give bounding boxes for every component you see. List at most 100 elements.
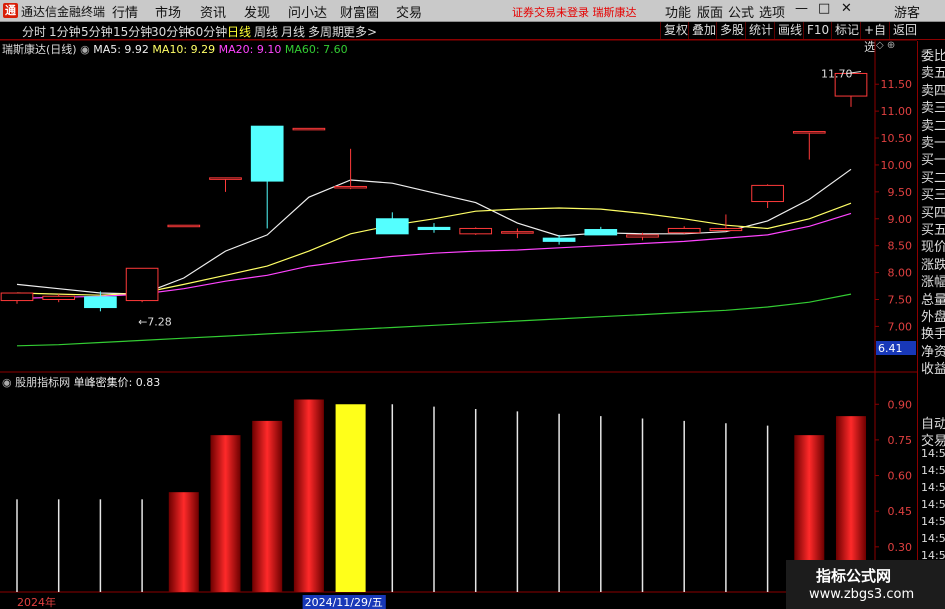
quote-side-panel: 委比 卖五 卖四 卖三 卖二 卖一 买一 买二 买三 买四 买五 现价 涨跌 涨幅 总量 外盘 换手 净资 收益 自动… xyxy=(917,41,945,609)
candle-body-3 xyxy=(125,267,159,302)
side-item-10: 买五 xyxy=(921,223,945,238)
menu-wealth-circle[interactable]: 财富圈 xyxy=(340,2,379,21)
tab-timeshare[interactable]: 分时 xyxy=(22,23,46,40)
x-label-0: 2024年 xyxy=(17,595,56,609)
sub-y-tick-label-1: 0.75 xyxy=(888,434,913,447)
side-item-8: 买三 xyxy=(921,188,945,204)
menu-options[interactable]: 选项 xyxy=(759,2,785,21)
app-logo-icon: 通 xyxy=(3,3,18,18)
draw-line-button[interactable]: 画线 xyxy=(774,22,803,39)
eye-icon[interactable]: ◉ xyxy=(80,43,90,56)
y-tick-label-2: 10.50 xyxy=(881,132,913,145)
side-item-7: 买二 xyxy=(921,170,945,186)
y-tick-label-6: 8.50 xyxy=(888,240,913,253)
chart-area[interactable]: 11.50 11.00 10.50 10.00 9.50 9.00 8.50 8.00 7.50… xyxy=(0,40,917,609)
login-notice[interactable]: 证券交易未登录 瑞斯康达 xyxy=(512,4,637,20)
minimize-button[interactable]: — xyxy=(795,1,808,16)
candle-body-13 xyxy=(542,237,576,242)
adjust-button[interactable]: 复权 xyxy=(660,22,688,39)
app-title: 通达信金融终端 xyxy=(21,5,106,19)
candle-body-12 xyxy=(501,231,534,234)
close-button[interactable]: ✕ xyxy=(841,1,852,16)
overlay-button[interactable]: 叠加 xyxy=(688,22,716,39)
watermark-title: 指标公式网 xyxy=(816,567,892,585)
side-item-16: 换手 xyxy=(921,327,945,343)
maximize-button[interactable]: □ xyxy=(818,1,830,16)
tab-30min[interactable]: 30分钟 xyxy=(151,23,190,40)
candle-body-16 xyxy=(667,227,701,234)
tab-1min[interactable]: 1分钟 xyxy=(49,23,81,40)
side-bottom-item-5: 14:56 xyxy=(921,498,945,511)
tab-more[interactable]: 更多> xyxy=(343,23,377,40)
side-item-0: 委比 xyxy=(921,49,945,64)
back-button[interactable]: 返回 xyxy=(889,22,917,39)
sub-bar-5 xyxy=(210,435,241,592)
sub-bar-6 xyxy=(252,420,283,592)
tab-5min[interactable]: 5分钟 xyxy=(81,23,113,40)
tab-weekly[interactable]: 周线 xyxy=(254,23,278,40)
user-guest[interactable]: 游客 xyxy=(894,2,920,21)
y-tick-label-5: 9.00 xyxy=(888,213,913,226)
side-bottom-item-4: 14:56 xyxy=(921,481,945,494)
zoom-controls-icon[interactable]: ◇ ⊕ xyxy=(876,40,895,51)
menu-trade[interactable]: 交易 xyxy=(396,2,422,21)
sub-chart-header: ◉ 股朋指标网 单峰密集价: 0.83 xyxy=(2,374,160,390)
add-watchlist-button[interactable]: +自选 xyxy=(860,22,889,54)
ma20-label: MA20: 9.10 xyxy=(218,43,282,56)
ma60-label: MA60: 7.60 xyxy=(284,43,348,56)
multi-stock-button[interactable]: 多股 xyxy=(716,22,745,39)
y-tick-label-1: 11.00 xyxy=(881,105,913,118)
sub-bar-7 xyxy=(293,399,324,592)
mark-button[interactable]: 标记 xyxy=(831,22,860,39)
side-bottom-item-6: 14:56 xyxy=(921,515,945,528)
y-tick-label-3: 10.00 xyxy=(881,159,913,172)
menu-news[interactable]: 资讯 xyxy=(200,2,226,21)
side-item-15: 外盘 xyxy=(921,310,945,325)
candle-body-11 xyxy=(459,227,493,235)
side-item-12: 涨跌 xyxy=(921,257,945,273)
side-item-9: 买四 xyxy=(921,205,945,221)
watermark-url: www.zbgs3.com xyxy=(809,587,915,602)
candle-body-14 xyxy=(584,229,618,236)
tab-monthly[interactable]: 月线 xyxy=(281,23,305,40)
tab-daily[interactable]: 日线 xyxy=(227,23,251,40)
candle-body-5 xyxy=(209,177,242,180)
menu-markets[interactable]: 市场 xyxy=(155,2,181,21)
menu-layout[interactable]: 版面 xyxy=(697,2,723,21)
ma10-label: MA10: 9.29 xyxy=(152,43,216,56)
y-tick-label-9: 7.00 xyxy=(888,320,913,333)
tab-15min[interactable]: 15分钟 xyxy=(113,23,152,40)
menu-ask-assistant[interactable]: 问小达 xyxy=(288,2,327,21)
stock-title: 瑞斯康达(日线) xyxy=(2,43,77,56)
f10-button[interactable]: F10 xyxy=(803,22,831,39)
side-item-14: 总量 xyxy=(921,292,945,308)
sub-y-tick-label-4: 0.30 xyxy=(888,541,913,554)
side-item-13: 涨幅 xyxy=(921,275,945,291)
sub-bar-8 xyxy=(335,404,366,592)
title-bar: 通 通达信金融终端 行情 市场 资讯 发现 问小达 财富圈 交易 证券交易未登录… xyxy=(0,0,945,22)
tab-60min[interactable]: 60分钟 xyxy=(188,23,227,40)
side-item-17: 净资 xyxy=(921,344,945,360)
side-item-5: 卖一 xyxy=(921,136,945,151)
tab-multi-period[interactable]: 多周期 xyxy=(308,23,344,40)
candle-body-10 xyxy=(417,226,451,231)
y-tick-label-7: 8.00 xyxy=(888,267,913,280)
sub-y-tick-label-0: 0.90 xyxy=(888,398,913,411)
statistics-button[interactable]: 统计 xyxy=(745,22,774,39)
candle-body-4 xyxy=(167,224,201,228)
sub-y-tick-label-2: 0.60 xyxy=(888,470,913,483)
y-tick-label-0: 11.50 xyxy=(881,78,913,91)
menu-discover[interactable]: 发现 xyxy=(244,2,270,21)
eye-icon[interactable]: ◉ xyxy=(2,376,12,389)
menu-formula[interactable]: 公式 xyxy=(728,2,754,21)
menu-functions[interactable]: 功能 xyxy=(665,2,691,21)
side-item-6: 买一 xyxy=(921,153,945,169)
side-item-11: 现价 xyxy=(921,240,945,256)
menu-market[interactable]: 行情 xyxy=(112,2,138,21)
candle-body-15 xyxy=(626,234,659,238)
candle-body-6 xyxy=(250,125,284,182)
indicator-source: 股朋指标网 xyxy=(15,376,71,389)
indicator-value: 单峰密集价: 0.83 xyxy=(73,376,161,389)
candle-body-17 xyxy=(709,227,743,232)
sub-y-tick-label-3: 0.45 xyxy=(888,505,913,518)
